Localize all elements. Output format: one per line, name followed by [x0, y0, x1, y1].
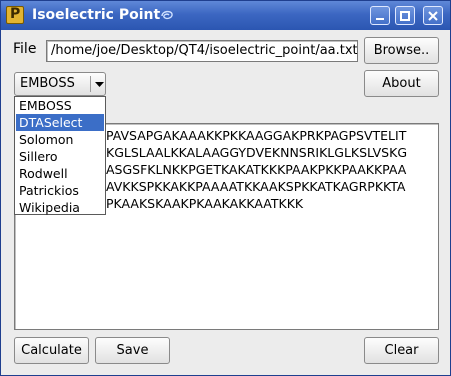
dropdown-item-dtaselect[interactable]: DTASelect — [16, 114, 104, 131]
file-label: File — [13, 41, 37, 57]
dropdown-item-solomon[interactable]: Solomon — [16, 131, 104, 148]
dropdown-item-rodwell[interactable]: Rodwell — [16, 165, 104, 182]
minimize-button[interactable] — [370, 6, 390, 25]
clear-button[interactable]: Clear — [364, 337, 439, 364]
sequence-line: AVKKSPKKAKKPAAAATKKAAKSPKKATKAGRPKKTA — [106, 179, 406, 194]
dropdown-item-wikipedia[interactable]: Wikipedia — [16, 199, 104, 216]
browse-button[interactable]: Browse.. — [364, 37, 439, 64]
minimize-icon — [376, 18, 384, 20]
combo-divider — [90, 76, 91, 92]
file-path-input[interactable]: /home/joe/Desktop/QT4/isoelectric_point/… — [46, 40, 358, 62]
chevron-down-icon — [95, 82, 104, 87]
window-title: Isoelectric Point — [32, 7, 161, 23]
main-window: Isoelectric Point File /home/joe/Desktop… — [0, 0, 451, 376]
title-bar[interactable]: Isoelectric Point — [1, 1, 450, 30]
sequence-line: ASGSFKLNKKPGETKAKATKKKPAAKPKKPAAKKPAA — [106, 162, 407, 177]
app-icon[interactable] — [6, 6, 24, 24]
sequence-line: PAVSAPGAKAAAKKPKKAAGGAKPRKPAGPSVTELIT — [106, 128, 407, 143]
method-selected-value: EMBOSS — [20, 76, 75, 91]
sequence-line: KGLSLAALKKALAAGGYDVEKNNSRIKLGLKSLVSKG — [106, 145, 408, 160]
save-button[interactable]: Save — [95, 337, 170, 364]
close-icon — [428, 11, 438, 21]
dropdown-item-sillero[interactable]: Sillero — [16, 148, 104, 165]
calculate-button[interactable]: Calculate — [14, 337, 89, 364]
sequence-line: PKAAKSKAAKPKAAKAKKAATKKK — [106, 196, 304, 211]
dropdown-item-emboss[interactable]: EMBOSS — [16, 97, 104, 114]
about-button[interactable]: About — [364, 70, 439, 97]
dropdown-item-patrickios[interactable]: Patrickios — [16, 182, 104, 199]
method-dropdown-list: EMBOSS DTASelect Solomon Sillero Rodwell… — [14, 96, 106, 215]
method-combobox[interactable]: EMBOSS — [14, 72, 106, 96]
maximize-button[interactable] — [395, 6, 415, 25]
swirl-icon — [161, 10, 173, 20]
close-button[interactable] — [423, 6, 443, 25]
maximize-icon — [400, 11, 410, 21]
